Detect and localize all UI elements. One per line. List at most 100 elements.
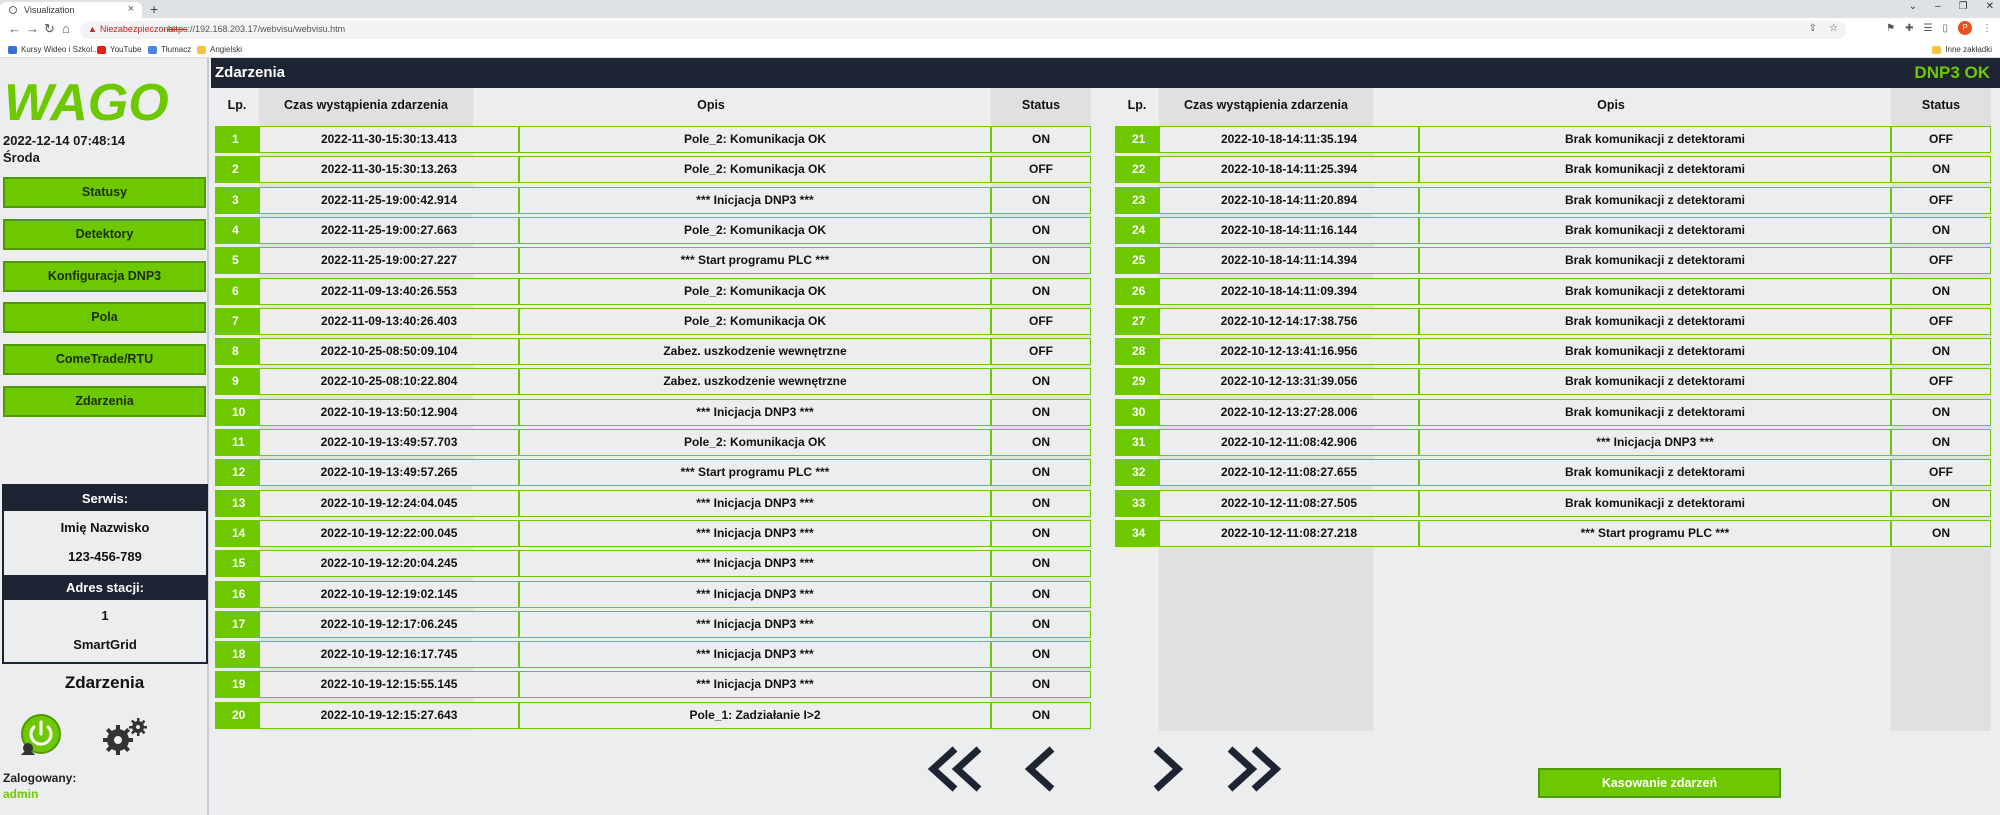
browser-tab[interactable]: Visualization × <box>0 2 142 18</box>
row-time: 2022-10-18-14:11:09.394 <box>1159 277 1419 305</box>
table-row[interactable]: 29 2022-10-12-13:31:39.056 Brak komunikacj… <box>1115 368 1991 396</box>
table-row[interactable]: 32 2022-10-12-11:08:27.655 Brak komunikacj… <box>1115 459 1991 487</box>
row-desc: Pole_2: Komunikacja OK <box>519 277 991 305</box>
table-row[interactable]: 11 2022-10-19-13:49:57.703 Pole_2: Komunik… <box>215 429 1091 456</box>
table-row[interactable]: 20 2022-10-19-12:15:27.643 Pole_1: Zadział… <box>215 701 1091 729</box>
back-icon[interactable]: ← <box>8 21 21 36</box>
row-desc: *** Inicjacja DNP3 *** <box>519 671 991 699</box>
reload-icon[interactable]: ↻ <box>44 21 55 37</box>
header-status: Status <box>1021 98 1061 112</box>
other-bookmarks[interactable]: Inne zakładki <box>1932 45 1992 54</box>
forward-icon[interactable]: → <box>26 21 39 36</box>
double-chevron-right-icon[interactable] <box>1222 746 1284 792</box>
globe-icon <box>9 6 17 14</box>
chevron-left-icon[interactable] <box>1020 746 1060 792</box>
table-row[interactable]: 4 2022-11-25-19:00:27.663 Pole_2: Komunika… <box>215 216 1091 244</box>
table-row[interactable]: 19 2022-10-19-12:15:55.145 *** Inicjacja D… <box>215 671 1091 699</box>
table-row[interactable]: 24 2022-10-18-14:11:16.144 Brak komunikacj… <box>1115 216 1991 244</box>
table-row[interactable]: 10 2022-10-19-13:50:12.904 *** Inicjacja D… <box>215 398 1091 426</box>
row-status: ON <box>1891 277 1991 305</box>
puzzle-icon[interactable]: ✚ <box>1905 23 1913 34</box>
menu-cometrade-rtu-button[interactable]: ComeTrade/RTU <box>3 344 206 375</box>
table-row[interactable]: 15 2022-10-19-12:20:04.245 *** Inicjacja D… <box>215 550 1091 578</box>
security-warning[interactable]: ▲ Niezabezpieczona <box>88 24 173 34</box>
extension-icon[interactable]: ⚑ <box>1886 23 1895 34</box>
table-row[interactable]: 1 2022-11-30-15:30:13.413 Pole_2: Komunika… <box>215 126 1091 153</box>
table-row[interactable]: 12 2022-10-19-13:49:57.265 *** Start progr… <box>215 459 1091 487</box>
double-chevron-left-icon[interactable] <box>925 746 987 792</box>
row-time: 2022-10-12-11:08:27.505 <box>1159 489 1419 517</box>
row-desc: Brak komunikacji z detektorami <box>1419 186 1891 214</box>
menu-pola-button[interactable]: Pola <box>3 302 206 333</box>
side-panel-icon[interactable]: ▯ <box>1942 23 1948 34</box>
menu-konfiguracja-dnp3-button[interactable]: Konfiguracja DNP3 <box>3 261 206 292</box>
row-desc: Pole_2: Komunikacja OK <box>519 156 991 184</box>
table-row[interactable]: 22 2022-10-18-14:11:25.394 Brak komunikacj… <box>1115 156 1991 184</box>
clear-events-button[interactable]: Kasowanie zdarzeń <box>1538 768 1781 798</box>
chevron-right-icon[interactable] <box>1148 746 1188 792</box>
row-time: 2022-10-12-11:08:27.218 <box>1159 519 1419 547</box>
bookmark-item[interactable]: YouTube <box>97 45 141 54</box>
table-row[interactable]: 2 2022-11-30-15:30:13.263 Pole_2: Komunika… <box>215 156 1091 184</box>
row-desc: Brak komunikacji z detektorami <box>1419 277 1891 305</box>
table-row[interactable]: 30 2022-10-12-13:27:28.006 Brak komunikacj… <box>1115 398 1991 426</box>
table-row[interactable]: 25 2022-10-18-14:11:14.394 Brak komunikacj… <box>1115 247 1991 275</box>
table-row[interactable]: 7 2022-11-09-13:40:26.403 Pole_2: Komunika… <box>215 307 1091 335</box>
profile-avatar[interactable]: P <box>1958 21 1972 35</box>
menu-icon[interactable]: ⋮ <box>1982 23 1992 34</box>
current-date: 2022-12-14 07:48:14 <box>3 133 126 148</box>
row-lp: 23 <box>1115 186 1159 214</box>
restore-icon[interactable]: ❐ <box>1959 1 1968 12</box>
row-lp: 14 <box>215 519 259 547</box>
bookmark-item[interactable]: Kursy Wideo i Szkol... <box>8 45 99 54</box>
table-row[interactable]: 26 2022-10-18-14:11:09.394 Brak komunikacj… <box>1115 277 1991 305</box>
bookmark-item[interactable]: Angielski <box>197 45 242 54</box>
row-lp: 28 <box>1115 338 1159 366</box>
menu-detektory-button[interactable]: Detektory <box>3 219 206 250</box>
settings-gears-icon[interactable] <box>100 716 150 756</box>
row-time: 2022-10-12-11:08:42.906 <box>1159 429 1419 456</box>
table-row[interactable]: 23 2022-10-18-14:11:20.894 Brak komunikacj… <box>1115 186 1991 214</box>
table-row[interactable]: 17 2022-10-19-12:17:06.245 *** Inicjacja D… <box>215 610 1091 638</box>
table-row[interactable]: 18 2022-10-19-12:16:17.745 *** Inicjacja D… <box>215 641 1091 669</box>
row-time: 2022-10-19-12:15:55.145 <box>259 671 519 699</box>
row-lp: 1 <box>215 126 259 153</box>
row-time: 2022-10-19-12:24:04.045 <box>259 489 519 517</box>
omnibox-icons: ⇪ ☆ <box>1809 23 1838 34</box>
reading-list-icon[interactable]: ☰ <box>1924 23 1933 34</box>
row-desc: Pole_2: Komunikacja OK <box>519 216 991 244</box>
bookmark-label: Tłumacz <box>161 45 192 54</box>
table-row[interactable]: 21 2022-10-18-14:11:35.194 Brak komunikacj… <box>1115 126 1991 153</box>
row-status: OFF <box>1891 247 1991 275</box>
url-field[interactable]: ▲ Niezabezpieczona https://192.168.203.17… <box>80 21 1846 39</box>
header-desc: Opis <box>1597 98 1625 112</box>
table-row[interactable]: 8 2022-10-25-08:50:09.104 Zabez. uszkodzen… <box>215 338 1091 366</box>
table-row[interactable]: 5 2022-11-25-19:00:27.227 *** Start progra… <box>215 247 1091 275</box>
bookmark-item[interactable]: Tłumacz <box>148 45 191 54</box>
table-row[interactable]: 16 2022-10-19-12:19:02.145 *** Inicjacja D… <box>215 580 1091 608</box>
table-row[interactable]: 33 2022-10-12-11:08:27.505 Brak komunikacj… <box>1115 489 1991 517</box>
home-icon[interactable]: ⌂ <box>62 21 70 36</box>
new-tab-icon[interactable]: + <box>150 1 158 17</box>
table-row[interactable]: 27 2022-10-12-14:17:38.756 Brak komunikacj… <box>1115 307 1991 335</box>
menu-zdarzenia-button[interactable]: Zdarzenia <box>3 386 206 417</box>
logout-icon[interactable] <box>20 713 62 755</box>
star-icon[interactable]: ☆ <box>1829 23 1838 34</box>
table-row[interactable]: 14 2022-10-19-12:22:00.045 *** Inicjacja D… <box>215 519 1091 547</box>
row-lp: 11 <box>215 429 259 456</box>
table-row[interactable]: 9 2022-10-25-08:10:22.804 Zabez. uszkodzen… <box>215 368 1091 396</box>
row-lp: 15 <box>215 550 259 578</box>
menu-statusy-button[interactable]: Statusy <box>3 177 206 208</box>
row-status: ON <box>1891 216 1991 244</box>
table-row[interactable]: 31 2022-10-12-11:08:42.906 *** Inicjacja D… <box>1115 429 1991 456</box>
close-window-icon[interactable]: ✕ <box>1986 1 1994 12</box>
chevron-down-icon[interactable]: ⌄ <box>1909 1 1917 12</box>
table-row[interactable]: 6 2022-11-09-13:40:26.553 Pole_2: Komunika… <box>215 277 1091 305</box>
table-row[interactable]: 3 2022-11-25-19:00:42.914 *** Inicjacja DN… <box>215 186 1091 214</box>
table-row[interactable]: 28 2022-10-12-13:41:16.956 Brak komunikacj… <box>1115 338 1991 366</box>
share-icon[interactable]: ⇪ <box>1809 23 1817 34</box>
table-row[interactable]: 34 2022-10-12-11:08:27.218 *** Start progr… <box>1115 519 1991 547</box>
close-tab-icon[interactable]: × <box>128 3 134 15</box>
minimize-icon[interactable]: – <box>1935 1 1941 12</box>
table-row[interactable]: 13 2022-10-19-12:24:04.045 *** Inicjacja D… <box>215 489 1091 517</box>
